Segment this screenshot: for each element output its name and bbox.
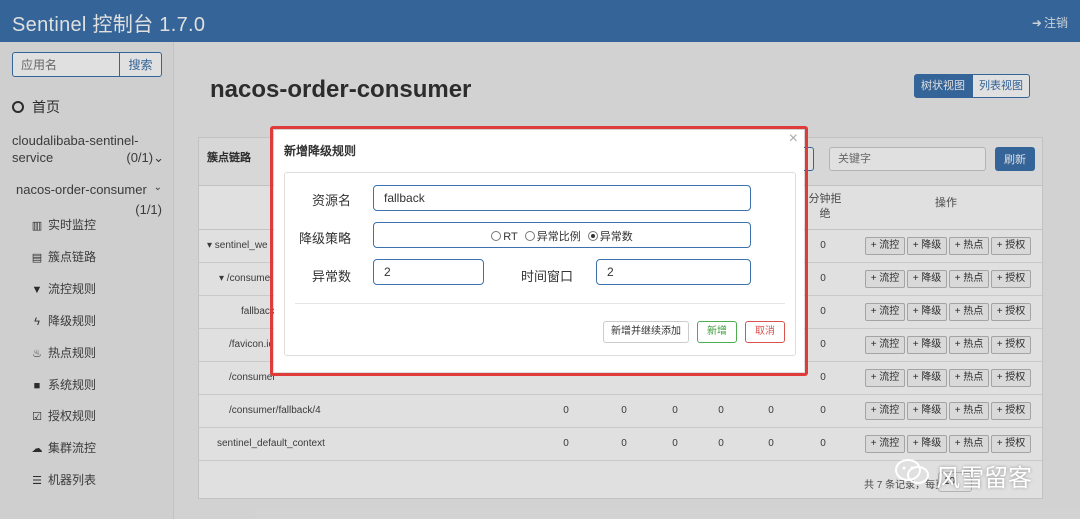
- exception-count-label: 异常数: [311, 269, 351, 284]
- resource-name-label: 资源名: [311, 193, 351, 208]
- radio-rt[interactable]: RT: [491, 230, 518, 243]
- add-button[interactable]: 新增: [697, 321, 737, 343]
- strategy-label: 降级策略: [298, 231, 351, 246]
- cancel-button[interactable]: 取消: [745, 321, 785, 343]
- radio-checked-icon: [587, 231, 598, 241]
- add-degrade-rule-dialog: 新增降级规则 × 资源名 fallback 降级策略 RT 异常比例 异常数 异…: [274, 130, 804, 372]
- radio-unchecked-icon: [491, 231, 502, 241]
- resource-name-input[interactable]: fallback: [373, 185, 751, 211]
- dialog-title: 新增降级规则: [284, 144, 357, 158]
- exception-count-input[interactable]: 2: [373, 259, 484, 285]
- watermark-text: 风雪留客: [936, 465, 1032, 492]
- radio-exception-ratio[interactable]: 异常比例: [524, 228, 581, 244]
- strategy-radio-group: RT 异常比例 异常数: [373, 222, 751, 248]
- dialog-form: 资源名 fallback 降级策略 RT 异常比例 异常数 异常数 2 时间窗口…: [284, 172, 796, 356]
- form-divider: [295, 303, 785, 304]
- radio-exception-count[interactable]: 异常数: [587, 228, 633, 244]
- add-and-continue-button[interactable]: 新增并继续添加: [603, 321, 689, 343]
- time-window-input[interactable]: 2: [596, 259, 751, 285]
- radio-unchecked-icon: [524, 231, 535, 241]
- wechat-icon: [895, 459, 929, 484]
- close-icon[interactable]: ×: [789, 130, 798, 148]
- time-window-label: 时间窗口: [520, 269, 573, 284]
